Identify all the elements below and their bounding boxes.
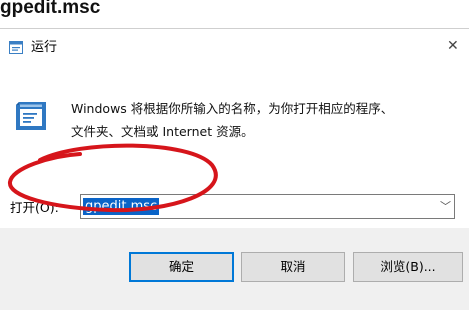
title-bar: 运行 ✕ [0,29,469,69]
run-dialog-icon [16,102,46,130]
ok-button[interactable]: 确定 [129,252,234,282]
close-icon[interactable]: ✕ [447,38,459,55]
dialog-title: 运行 [31,40,58,55]
open-input-value[interactable]: gpedit.msc [83,198,160,215]
open-combobox[interactable]: gpedit.msc ﹀ [80,194,455,219]
button-bar: 确定 取消 浏览(B)... [0,228,469,310]
description-text: Windows 将根据你所输入的名称，为你打开相应的程序、 文件夹、文档或 In… [71,97,461,143]
description-line-2: 文件夹、文档或 Internet 资源。 [71,124,254,139]
description-line-1: Windows 将根据你所输入的名称，为你打开相应的程序、 [71,101,394,116]
run-dialog: 运行 ✕ Windows 将根据你所输入的名称，为你打开相应的程序、 文件夹、文… [0,28,469,310]
browse-button[interactable]: 浏览(B)... [353,252,463,282]
run-app-icon [9,41,23,54]
page-caption: gpedit.msc [0,0,101,18]
open-label: 打开(O): [10,200,59,215]
cancel-button[interactable]: 取消 [241,252,345,282]
chevron-down-icon[interactable]: ﹀ [440,199,451,215]
